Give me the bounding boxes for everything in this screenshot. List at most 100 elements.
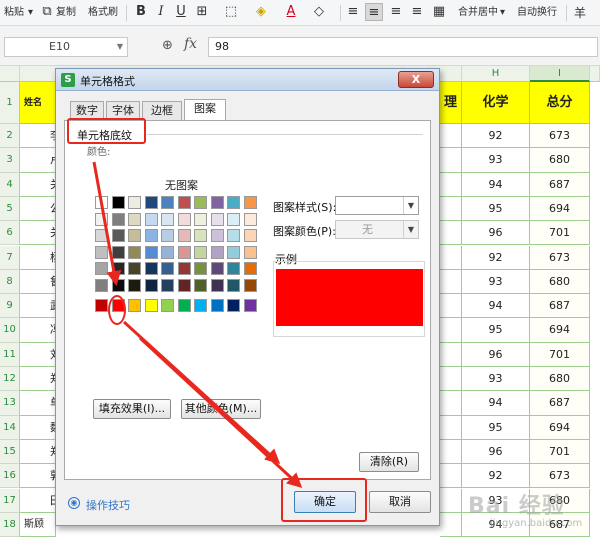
chemistry-cell[interactable]: 92 [462, 245, 530, 270]
color-swatch[interactable] [243, 262, 257, 275]
name-cell[interactable]: 斯顾 [20, 512, 56, 538]
physics-cell[interactable] [440, 439, 462, 465]
chemistry-cell[interactable]: 94 [462, 294, 530, 319]
column-header-i[interactable]: I [530, 66, 590, 82]
chemistry-cell[interactable]: 94 [462, 391, 530, 416]
name-cell[interactable]: 鲁 [20, 269, 61, 295]
more-colors-button[interactable]: 其他颜色(M)... [181, 399, 261, 419]
color-swatch[interactable] [95, 196, 108, 209]
total-cell[interactable]: 694 [530, 196, 590, 222]
chemistry-cell[interactable]: 96 [462, 342, 530, 367]
color-swatch[interactable] [177, 212, 191, 226]
align-top-icon[interactable]: ≡ [344, 3, 362, 21]
row-number[interactable]: 2 [0, 124, 20, 149]
align-right-icon[interactable]: ≡ [408, 3, 426, 21]
row-number[interactable]: 4 [0, 172, 20, 197]
chemistry-cell[interactable]: 92 [462, 464, 530, 489]
physics-cell[interactable] [440, 148, 462, 173]
color-swatch[interactable] [95, 278, 108, 292]
row-number[interactable]: 16 [0, 464, 20, 489]
color-swatch[interactable] [144, 229, 158, 242]
header-total-cell[interactable]: 总分 [530, 82, 590, 124]
formula-input[interactable]: 98 [208, 37, 598, 57]
physics-cell[interactable] [440, 464, 462, 489]
color-swatch[interactable] [161, 262, 174, 275]
format-painter-button[interactable]: 格式刷 [88, 4, 118, 22]
color-swatch[interactable] [227, 212, 240, 226]
color-swatch[interactable] [128, 212, 141, 226]
color-swatch[interactable] [111, 196, 125, 209]
row-number[interactable]: 17 [0, 488, 20, 513]
color-swatch[interactable] [111, 278, 125, 292]
color-swatch[interactable] [161, 229, 174, 242]
paste-dropdown-icon[interactable]: ▾ [28, 4, 33, 22]
physics-cell[interactable] [440, 512, 462, 538]
chemistry-cell[interactable]: 95 [462, 318, 530, 343]
color-swatch[interactable] [95, 229, 108, 242]
color-swatch[interactable] [243, 245, 257, 259]
color-swatch[interactable] [210, 245, 224, 259]
color-swatch[interactable] [210, 229, 224, 242]
total-cell[interactable]: 680 [530, 269, 590, 295]
paste-button[interactable]: 粘贴 [4, 4, 24, 22]
physics-cell[interactable] [440, 124, 462, 149]
name-cell[interactable]: 李 [20, 124, 61, 149]
color-swatch[interactable] [161, 299, 174, 312]
color-swatch[interactable] [128, 299, 141, 312]
underline-button[interactable]: U [172, 3, 190, 21]
color-swatch[interactable] [243, 212, 257, 226]
row-number[interactable]: 5 [0, 196, 20, 222]
color-swatch[interactable] [177, 262, 191, 275]
currency-button[interactable]: 羊 [574, 4, 586, 22]
color-swatch[interactable] [128, 196, 141, 209]
color-swatch[interactable] [194, 196, 207, 209]
chemistry-cell[interactable]: 93 [462, 148, 530, 173]
border-icon[interactable]: ⊞ [193, 3, 211, 21]
total-cell[interactable]: 701 [530, 221, 590, 246]
color-swatch[interactable] [111, 262, 125, 275]
row-number[interactable]: 10 [0, 318, 20, 343]
pattern-color-select[interactable]: 无 ▼ [335, 220, 419, 239]
bold-button[interactable]: B [132, 3, 150, 21]
row-number[interactable]: 11 [0, 342, 20, 367]
chemistry-cell[interactable]: 93 [462, 269, 530, 295]
chevron-down-icon[interactable]: ▼ [403, 221, 418, 238]
cancel-button[interactable]: 取消 [369, 491, 431, 513]
chemistry-cell[interactable]: 92 [462, 124, 530, 149]
chevron-down-icon[interactable]: ▼ [403, 197, 418, 214]
fx-icon[interactable]: fx [184, 36, 197, 52]
color-swatch[interactable] [210, 299, 224, 312]
clear-button[interactable]: 清除(R) [359, 452, 419, 472]
row-number[interactable]: 15 [0, 439, 20, 465]
color-swatch[interactable] [95, 212, 108, 226]
name-box[interactable]: E10 ▼ [4, 37, 128, 57]
color-swatch[interactable] [194, 245, 207, 259]
color-swatch[interactable] [177, 229, 191, 242]
row-number[interactable]: 3 [0, 148, 20, 173]
name-cell[interactable]: 武 [20, 294, 61, 319]
color-swatch[interactable] [177, 245, 191, 259]
physics-cell[interactable] [440, 488, 462, 513]
color-swatch[interactable] [161, 212, 174, 226]
name-cell[interactable]: 公 [20, 196, 61, 222]
merge-center-button[interactable]: 合并居中 [458, 4, 498, 22]
name-cell[interactable]: 郑 [20, 367, 61, 392]
color-swatch[interactable] [210, 278, 224, 292]
color-swatch[interactable] [177, 299, 191, 312]
name-cell[interactable]: 卢 [20, 148, 61, 173]
total-cell[interactable]: 673 [530, 464, 590, 489]
color-swatch[interactable] [128, 245, 141, 259]
physics-cell[interactable] [440, 391, 462, 416]
color-swatch[interactable] [144, 262, 158, 275]
color-swatch[interactable] [210, 196, 224, 209]
color-swatch[interactable] [210, 212, 224, 226]
physics-cell[interactable] [440, 367, 462, 392]
wrap-grid-icon[interactable]: ▦ [430, 3, 448, 21]
color-swatch[interactable] [227, 299, 240, 312]
italic-button[interactable]: I [152, 3, 170, 21]
color-swatch[interactable] [128, 229, 141, 242]
tab-border[interactable]: 边框 [142, 101, 182, 121]
eraser-icon[interactable]: ◇ [310, 3, 328, 21]
corner-cell[interactable] [0, 66, 20, 82]
total-cell[interactable]: 687 [530, 172, 590, 197]
